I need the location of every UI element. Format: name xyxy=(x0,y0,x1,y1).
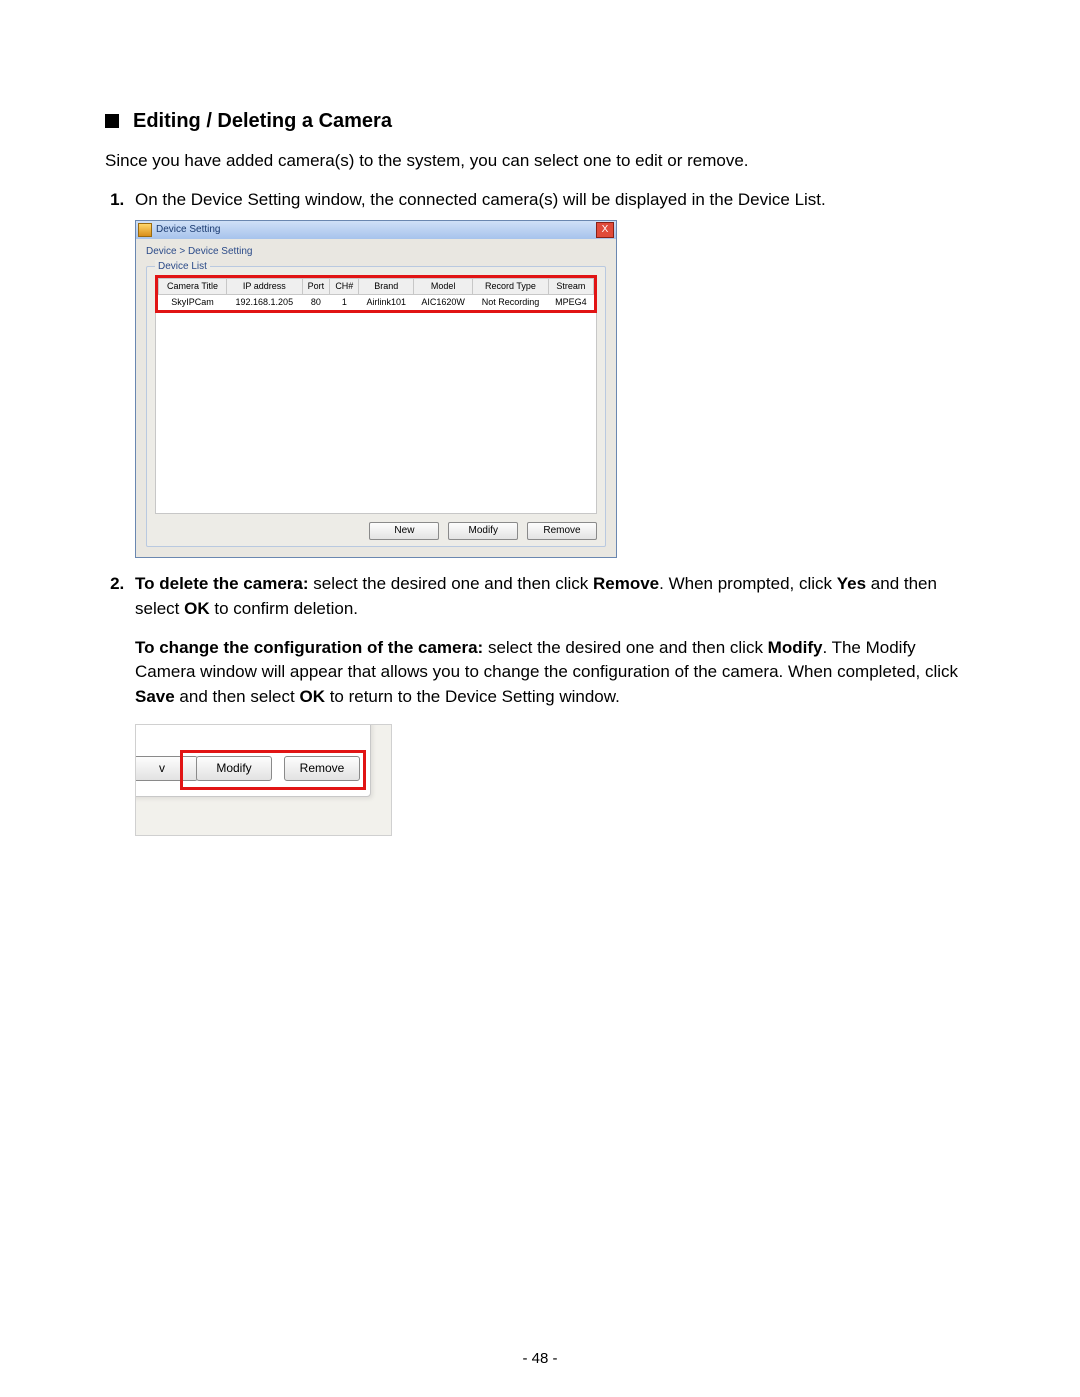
cell-ip: 192.168.1.205 xyxy=(226,294,302,310)
col-ch[interactable]: CH# xyxy=(330,278,359,294)
app-icon xyxy=(138,223,152,237)
table-header-row: Camera Title IP address Port CH# Brand M… xyxy=(159,278,594,294)
cell-camera-title: SkyIPCam xyxy=(159,294,227,310)
close-icon[interactable]: X xyxy=(596,222,614,238)
breadcrumb: Device > Device Setting xyxy=(146,245,606,260)
device-setting-window: Device Setting X Device > Device Setting… xyxy=(135,220,617,558)
table-row[interactable]: SkyIPCam 192.168.1.205 80 1 Airlink101 A… xyxy=(159,294,594,310)
cell-model: AIC1620W xyxy=(413,294,472,310)
button-row: New Modify Remove xyxy=(155,522,597,541)
modify-lead: To change the configuration of the camer… xyxy=(135,638,483,657)
step-1: On the Device Setting window, the connec… xyxy=(129,188,975,559)
step-1-text: On the Device Setting window, the connec… xyxy=(135,190,826,209)
device-list-highlight: Camera Title IP address Port CH# Brand M… xyxy=(155,275,597,313)
closeup-remove-button[interactable]: Remove xyxy=(284,756,360,781)
new-button[interactable]: New xyxy=(369,522,439,541)
modify-button[interactable]: Modify xyxy=(448,522,518,541)
closeup-modify-button[interactable]: Modify xyxy=(196,756,272,781)
heading-text: Editing / Deleting a Camera xyxy=(133,110,392,132)
section-heading: Editing / Deleting a Camera xyxy=(105,110,975,133)
col-record-type[interactable]: Record Type xyxy=(473,278,549,294)
device-list-table: Camera Title IP address Port CH# Brand M… xyxy=(158,278,594,310)
intro-paragraph: Since you have added camera(s) to the sy… xyxy=(105,149,975,174)
cell-brand: Airlink101 xyxy=(359,294,414,310)
col-port[interactable]: Port xyxy=(302,278,330,294)
modify-remove-closeup: v Modify Remove xyxy=(135,724,392,836)
col-ip[interactable]: IP address xyxy=(226,278,302,294)
page-number: - 48 - xyxy=(0,1350,1080,1367)
square-bullet-icon xyxy=(105,114,119,128)
cell-port: 80 xyxy=(302,294,330,310)
window-title: Device Setting xyxy=(156,223,596,238)
device-list-group: Device List Camera Title IP address Port… xyxy=(146,266,606,548)
cell-stream: MPEG4 xyxy=(548,294,593,310)
window-titlebar: Device Setting X xyxy=(136,221,616,239)
cell-record-type: Not Recording xyxy=(473,294,549,310)
col-brand[interactable]: Brand xyxy=(359,278,414,294)
remove-button[interactable]: Remove xyxy=(527,522,597,541)
col-camera-title[interactable]: Camera Title xyxy=(159,278,227,294)
col-stream[interactable]: Stream xyxy=(548,278,593,294)
cell-ch: 1 xyxy=(330,294,359,310)
step-2: To delete the camera: select the desired… xyxy=(129,572,975,835)
modify-instruction: To change the configuration of the camer… xyxy=(135,636,975,710)
col-model[interactable]: Model xyxy=(413,278,472,294)
device-list-empty-area xyxy=(155,313,597,514)
group-label: Device List xyxy=(155,260,210,275)
delete-lead: To delete the camera: xyxy=(135,574,309,593)
delete-instruction: To delete the camera: select the desired… xyxy=(135,572,975,621)
